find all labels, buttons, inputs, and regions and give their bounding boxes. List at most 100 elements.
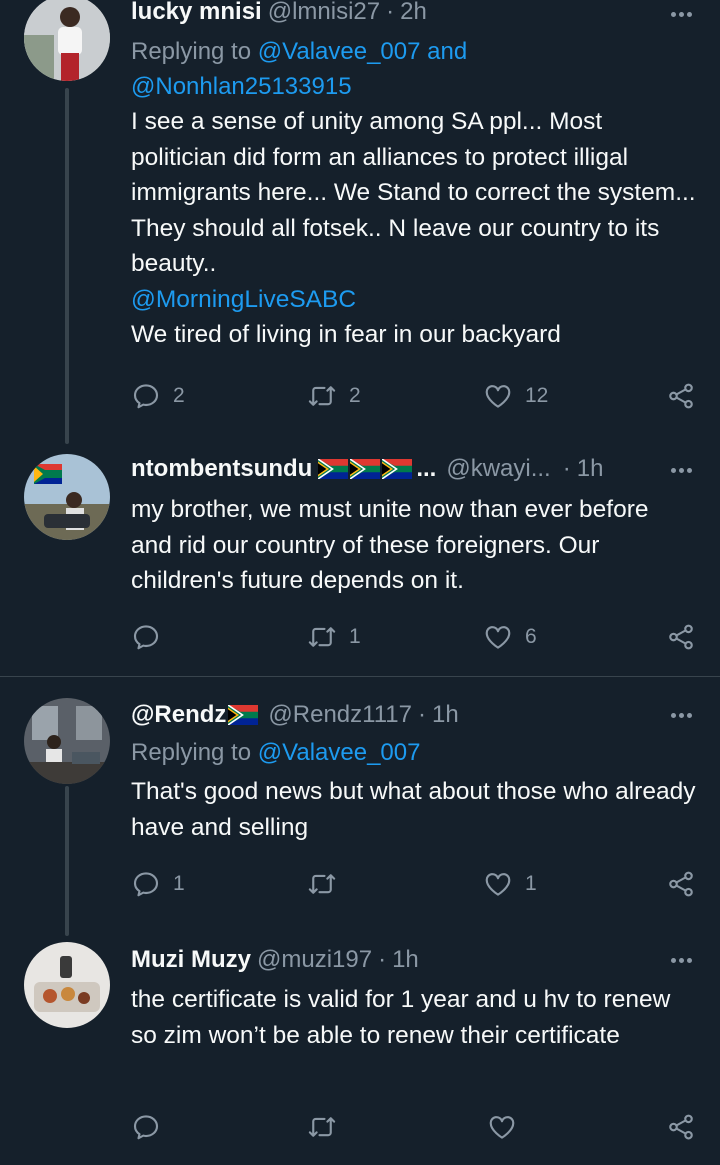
mention-link[interactable]: @Valavee_007 xyxy=(258,739,421,766)
reply-count: 2 xyxy=(173,384,185,407)
avatar[interactable] xyxy=(24,698,110,784)
south-africa-flag-icon xyxy=(382,459,412,479)
share-button[interactable] xyxy=(666,379,696,413)
south-africa-flag-icon xyxy=(350,459,380,479)
timestamp[interactable]: 1h xyxy=(577,454,604,484)
share-icon xyxy=(666,1112,696,1142)
heart-icon xyxy=(487,1112,517,1142)
replying-to: Replying to @Valavee_007 and @Nonhlan251… xyxy=(131,34,696,104)
retweet-button[interactable]: 2 xyxy=(307,379,361,413)
heart-icon xyxy=(483,622,513,652)
name-flags xyxy=(318,459,414,479)
retweet-icon xyxy=(307,869,337,899)
separator-dot: · xyxy=(562,455,571,482)
separator-dot: · xyxy=(417,701,426,728)
separator-dot: · xyxy=(386,0,395,25)
reply-count: 1 xyxy=(173,872,185,895)
like-count: 6 xyxy=(525,625,537,648)
heart-icon xyxy=(483,869,513,899)
author-name[interactable]: @Rendz xyxy=(131,700,226,730)
thread-line xyxy=(65,786,69,936)
share-button[interactable] xyxy=(666,1110,696,1144)
reply-button[interactable] xyxy=(131,1110,173,1144)
share-icon xyxy=(666,381,696,411)
like-count: 1 xyxy=(525,872,537,895)
avatar-crowd-image xyxy=(24,454,110,540)
more-dot xyxy=(678,467,684,473)
tweet-text: the certificate is valid for 1 year and … xyxy=(131,986,671,1049)
share-button[interactable] xyxy=(666,867,696,901)
replying-prefix: Replying to xyxy=(131,38,258,65)
tweet-divider xyxy=(0,676,720,677)
avatar-person-image xyxy=(24,0,110,81)
retweet-icon xyxy=(307,622,337,652)
more-options-button[interactable] xyxy=(666,945,696,975)
like-button[interactable]: 6 xyxy=(483,620,537,654)
retweet-button[interactable] xyxy=(307,867,349,901)
avatar-room-image xyxy=(24,698,110,784)
share-button[interactable] xyxy=(666,620,696,654)
author-name[interactable]: ntombentsundu xyxy=(131,454,312,484)
more-dot xyxy=(678,957,684,963)
more-dot xyxy=(686,467,692,473)
retweet-count: 2 xyxy=(349,384,361,407)
author-handle[interactable]: @muzi197 xyxy=(257,945,372,975)
author-handle[interactable]: @Rendz1117 xyxy=(268,700,412,730)
heart-icon xyxy=(483,381,513,411)
retweet-count: 1 xyxy=(349,625,361,648)
reply-button[interactable]: 2 xyxy=(131,379,185,413)
retweet-icon xyxy=(307,1112,337,1142)
tweet-body: I see a sense of unity among SA ppl... M… xyxy=(131,108,696,277)
tweet-1[interactable]: lucky mnisi @lmnisi27 · 2h Replying to @… xyxy=(0,0,720,444)
retweet-button[interactable]: 1 xyxy=(307,620,361,654)
avatar[interactable] xyxy=(24,942,110,1028)
more-options-button[interactable] xyxy=(666,0,696,29)
avatar[interactable] xyxy=(24,454,110,540)
mention-link[interactable]: @Nonhlan25133915 xyxy=(131,73,352,100)
reply-icon xyxy=(131,622,161,652)
like-button[interactable]: 12 xyxy=(483,379,548,413)
reply-button[interactable]: 1 xyxy=(131,867,185,901)
author-name[interactable]: Muzi Muzy xyxy=(131,945,251,975)
avatar[interactable] xyxy=(24,0,110,81)
more-options-button[interactable] xyxy=(666,455,696,485)
mention-link[interactable]: @MorningLiveSABC xyxy=(131,282,696,318)
share-icon xyxy=(666,622,696,652)
separator-dot: · xyxy=(378,946,387,973)
more-dot xyxy=(670,467,676,473)
retweet-icon xyxy=(307,381,337,411)
more-dot xyxy=(678,712,684,718)
reply-button[interactable] xyxy=(131,620,173,654)
share-icon xyxy=(666,869,696,899)
replying-and[interactable]: and xyxy=(420,38,467,65)
timestamp[interactable]: 1h xyxy=(392,945,419,975)
thread-line xyxy=(65,88,69,444)
timestamp[interactable]: 1h xyxy=(432,700,459,730)
tweet-text: I see a sense of unity among SA ppl... M… xyxy=(131,104,696,353)
more-dot xyxy=(670,712,676,718)
replying-prefix: Replying to xyxy=(131,739,258,766)
more-dot xyxy=(686,712,692,718)
tweet-body-continued: We tired of living in fear in our backya… xyxy=(131,321,561,348)
avatar-food-image xyxy=(24,942,110,1028)
name-flags xyxy=(228,705,260,725)
author-handle[interactable]: @kwayi... xyxy=(446,454,550,484)
timestamp[interactable]: 2h xyxy=(400,0,427,27)
more-dot xyxy=(670,11,676,17)
name-truncation: ... xyxy=(416,455,437,482)
replying-to: Replying to @Valavee_007 xyxy=(131,735,696,770)
reply-icon xyxy=(131,869,161,899)
mention-link[interactable]: @Valavee_007 xyxy=(258,38,421,65)
author-name[interactable]: lucky mnisi xyxy=(131,0,262,27)
author-handle[interactable]: @lmnisi27 xyxy=(268,0,380,27)
reply-icon xyxy=(131,1112,161,1142)
more-options-button[interactable] xyxy=(666,700,696,730)
tweet-text: That's good news but what about those wh… xyxy=(131,778,696,841)
retweet-button[interactable] xyxy=(307,1110,349,1144)
tweet-text: my brother, we must unite now than ever … xyxy=(131,496,649,594)
like-button[interactable] xyxy=(487,1110,529,1144)
like-button[interactable]: 1 xyxy=(483,867,537,901)
south-africa-flag-icon xyxy=(228,705,258,725)
more-dot xyxy=(686,11,692,17)
more-dot xyxy=(678,11,684,17)
